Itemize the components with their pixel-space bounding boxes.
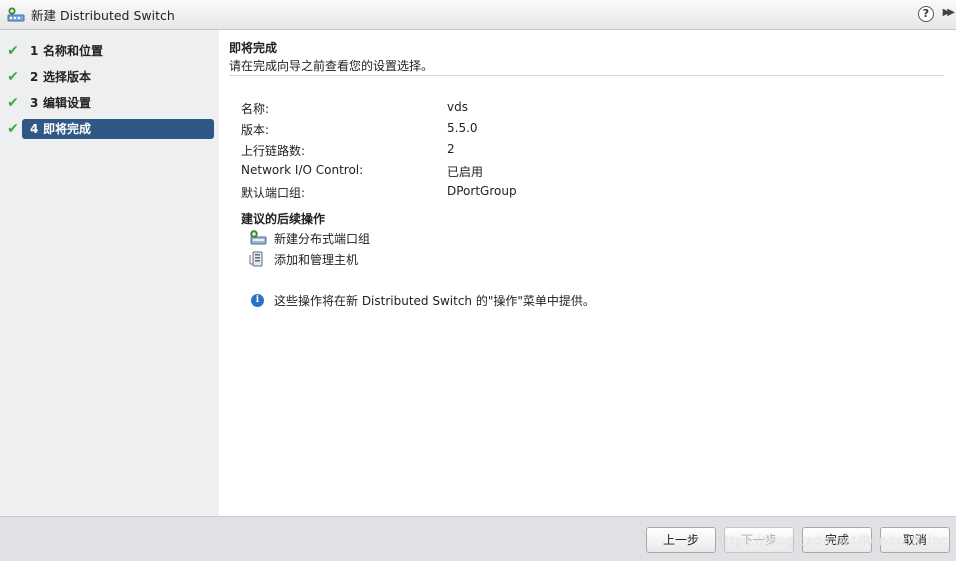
step-number: 3 (30, 95, 39, 110)
expand-icon[interactable]: ▶▶ (943, 7, 956, 18)
info-text: 这些操作将在新 Distributed Switch 的"操作"菜单中提供。 (274, 294, 595, 308)
action-new-port-group[interactable]: 新建分布式端口组 (249, 229, 370, 247)
check-icon: ✔ (7, 68, 19, 85)
distributed-switch-icon (7, 7, 25, 23)
summary-value: 2 (447, 142, 455, 156)
next-actions-heading: 建议的后续操作 (241, 212, 326, 226)
step-label: 即将完成 (43, 122, 92, 136)
page-subtitle: 请在完成向导之前查看您的设置选择。 (229, 59, 434, 73)
check-icon: ✔ (7, 42, 19, 59)
check-icon: ✔ (7, 120, 19, 137)
step-number: 1 (30, 43, 39, 58)
add-host-icon (249, 251, 267, 267)
wizard-steps-sidebar: ✔ 1 名称和位置 ✔ 2 选择版本 ✔ 3 编辑设置 ✔ 4 即将完成 (0, 30, 219, 516)
back-button[interactable]: 上一步 (646, 527, 716, 553)
window-titlebar: 新建 Distributed Switch ? ▶▶ (0, 0, 956, 30)
page-title: 即将完成 (229, 41, 278, 55)
step-select-version[interactable]: ✔ 2 选择版本 (0, 66, 219, 87)
summary-key: 上行链路数: (241, 144, 306, 158)
summary-value: vds (447, 100, 468, 114)
summary-value: 5.5.0 (447, 121, 478, 135)
step-number: 4 (30, 121, 39, 136)
check-icon: ✔ (7, 94, 19, 111)
cancel-button[interactable]: 取消 (880, 527, 950, 553)
step-ready-to-complete[interactable]: ✔ 4 即将完成 (0, 118, 219, 139)
action-label: 新建分布式端口组 (274, 231, 371, 246)
summary-key: 版本: (241, 123, 270, 137)
header-divider (229, 75, 944, 76)
finish-button[interactable]: 完成 (802, 527, 872, 553)
step-label: 编辑设置 (43, 96, 92, 110)
info-icon: i (251, 294, 264, 307)
step-number: 2 (30, 69, 39, 84)
action-label: 添加和管理主机 (274, 252, 359, 267)
next-button[interactable]: 下一步 (724, 527, 794, 553)
step-label: 名称和位置 (43, 44, 104, 58)
step-edit-settings[interactable]: ✔ 3 编辑设置 (0, 92, 219, 113)
wizard-main-panel: 即将完成 请在完成向导之前查看您的设置选择。 名称: vds 版本: 5.5.0… (219, 30, 956, 516)
summary-key: Network I/O Control: (241, 163, 364, 177)
summary-value: 已启用 (447, 165, 484, 179)
summary-key: 名称: (241, 102, 270, 116)
step-label: 选择版本 (43, 70, 92, 84)
info-note: i 这些操作将在新 Distributed Switch 的"操作"菜单中提供。 (251, 292, 595, 309)
wizard-footer: 上一步 下一步 完成 取消 (0, 516, 956, 561)
summary-value: DPortGroup (447, 184, 517, 198)
help-icon[interactable]: ? (918, 6, 934, 22)
new-port-group-icon (249, 230, 267, 246)
step-name-and-location[interactable]: ✔ 1 名称和位置 (0, 40, 219, 61)
window-title: 新建 Distributed Switch (31, 8, 175, 23)
action-add-manage-hosts[interactable]: 添加和管理主机 (249, 250, 358, 268)
summary-key: 默认端口组: (241, 186, 306, 200)
